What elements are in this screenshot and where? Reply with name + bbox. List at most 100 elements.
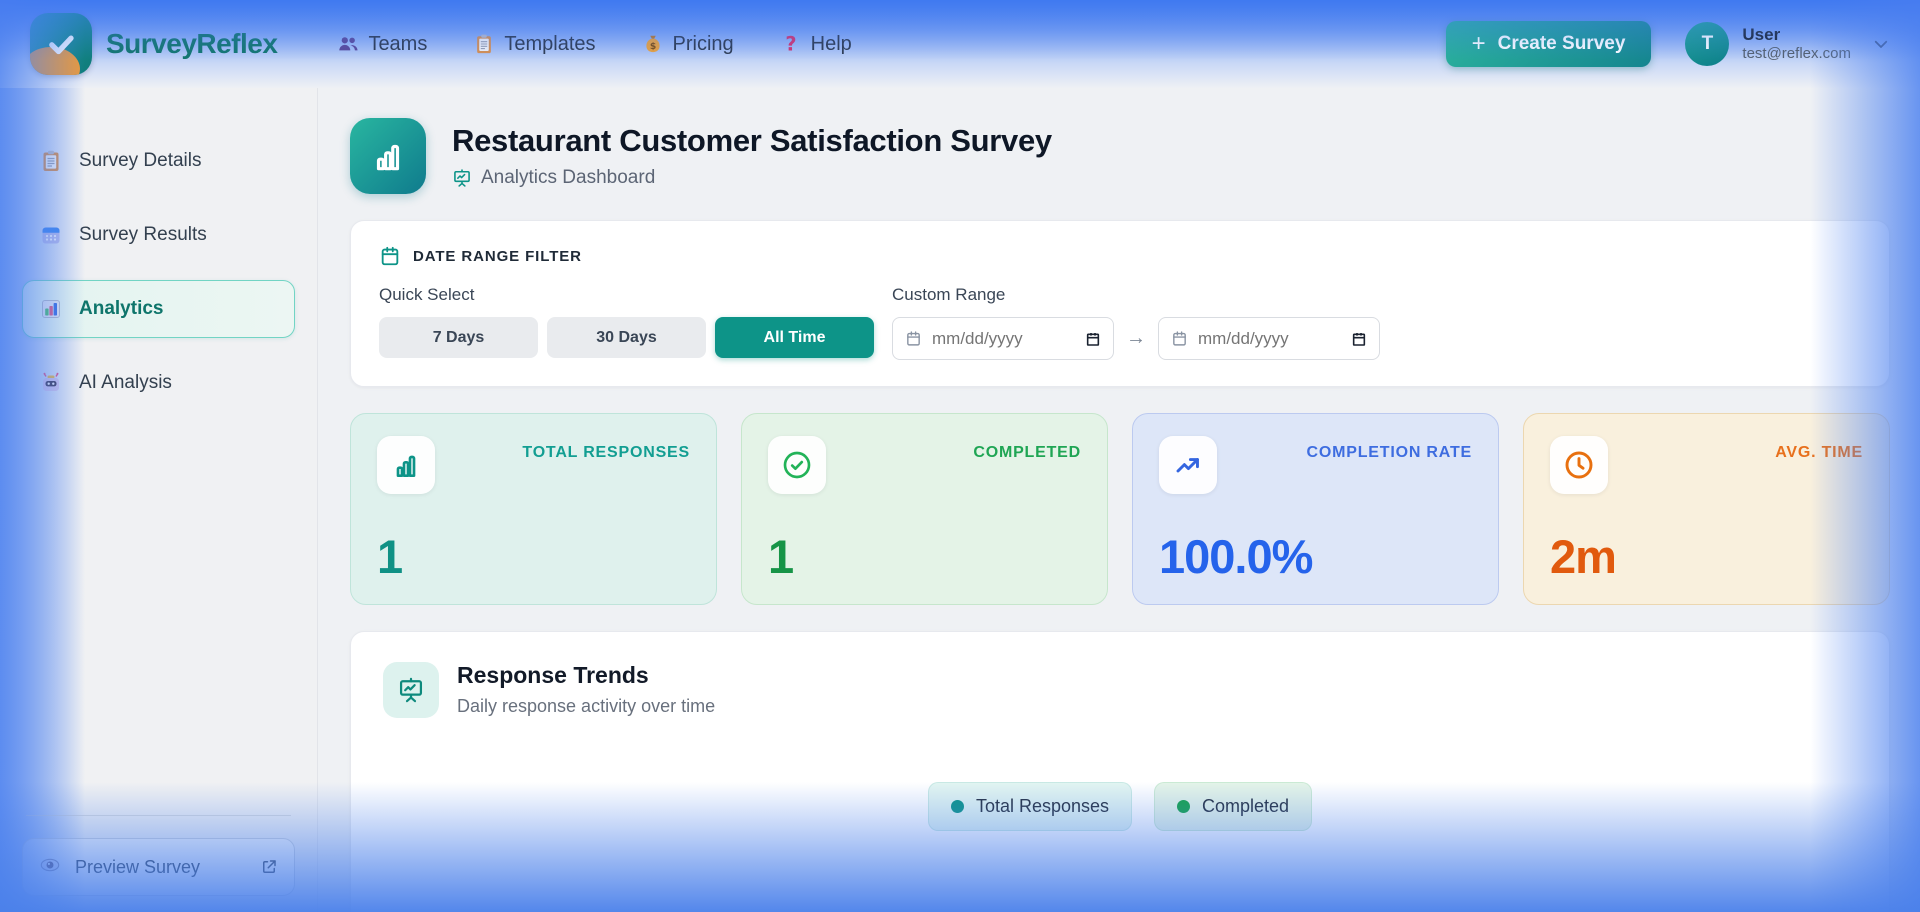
stat-label: COMPLETION RATE bbox=[1306, 444, 1472, 461]
legend-label: Completed bbox=[1202, 796, 1290, 816]
filter-controls: Quick Select 7 Days 30 Days All Time Cus… bbox=[379, 285, 1861, 360]
user-email: test@reflex.com bbox=[1742, 45, 1851, 63]
top-navbar: SurveyReflex Teams Templates $ Pricing ?… bbox=[0, 0, 1920, 88]
custom-range-inputs: → bbox=[892, 317, 1380, 360]
quick-select-group: Quick Select 7 Days 30 Days All Time bbox=[379, 285, 874, 358]
svg-text:$: $ bbox=[649, 41, 655, 52]
user-name: User bbox=[1742, 25, 1781, 44]
legend-label: Total Responses bbox=[975, 796, 1110, 816]
sidebar-item-survey-details[interactable]: Survey Details bbox=[22, 132, 295, 190]
check-circle-icon bbox=[768, 436, 826, 494]
trends-title: Response Trends bbox=[457, 662, 649, 688]
nav-item-pricing[interactable]: $ Pricing bbox=[642, 33, 734, 56]
nav-item-templates[interactable]: Templates bbox=[473, 32, 596, 56]
quick-all-time-button[interactable]: All Time bbox=[715, 317, 874, 358]
legend-dot-icon bbox=[1177, 800, 1191, 813]
sidebar-item-analytics[interactable]: Analytics bbox=[22, 280, 295, 338]
check-icon bbox=[49, 35, 74, 55]
clock-icon bbox=[1550, 436, 1608, 494]
presentation-chart-icon bbox=[452, 168, 472, 188]
sidebar-item-survey-results[interactable]: Survey Results bbox=[22, 206, 295, 264]
sidebar-item-ai-analysis[interactable]: AI Analysis bbox=[22, 354, 295, 412]
clipboard-icon bbox=[38, 149, 64, 173]
brand-name: SurveyReflex bbox=[106, 28, 278, 59]
calendar-grid-icon bbox=[38, 223, 64, 247]
stat-value: 2m bbox=[1550, 530, 1617, 583]
page-subtitle: Analytics Dashboard bbox=[481, 167, 656, 188]
sidebar: Survey Details Survey Results Analytics … bbox=[0, 88, 318, 912]
trends-subtitle: Daily response activity over time bbox=[457, 696, 716, 716]
sidebar-item-label: Survey Details bbox=[79, 150, 202, 171]
stat-value: 1 bbox=[768, 530, 794, 583]
stat-label: AVG. TIME bbox=[1775, 444, 1863, 461]
bar-chart-icon bbox=[377, 436, 435, 494]
response-trends-card: Response Trends Daily response activity … bbox=[350, 631, 1890, 912]
external-link-icon bbox=[260, 858, 278, 876]
preview-survey-label: Preview Survey bbox=[75, 856, 201, 877]
moneybag-icon: $ bbox=[642, 33, 664, 55]
page-title: Restaurant Customer Satisfaction Survey bbox=[452, 123, 1052, 158]
question-icon: ? bbox=[780, 33, 802, 55]
eye-icon bbox=[39, 854, 61, 881]
plus-icon: + bbox=[1471, 30, 1486, 57]
range-arrow-icon: → bbox=[1126, 327, 1146, 349]
calendar-icon bbox=[905, 330, 922, 347]
main-content: Restaurant Customer Satisfaction Survey … bbox=[318, 88, 1920, 912]
trends-header-text: Response Trends Daily response activity … bbox=[457, 662, 715, 718]
calendar-icon bbox=[1171, 330, 1188, 347]
stat-value: 1 bbox=[377, 530, 403, 583]
custom-range-label: Custom Range bbox=[892, 285, 1006, 304]
legend-item-total-responses[interactable]: Total Responses bbox=[927, 782, 1133, 831]
clipboard-icon bbox=[473, 33, 495, 55]
chevron-down-icon bbox=[1872, 35, 1890, 53]
user-menu[interactable]: T User test@reflex.com bbox=[1685, 22, 1890, 66]
stats-row: TOTAL RESPONSES 1 COMPLETED 1 COMPLETION… bbox=[350, 413, 1890, 605]
calendar-icon bbox=[379, 245, 401, 267]
custom-range-group: Custom Range → bbox=[892, 285, 1380, 360]
trending-up-icon bbox=[1159, 436, 1217, 494]
legend-item-completed[interactable]: Completed bbox=[1154, 782, 1313, 831]
start-date-input[interactable] bbox=[932, 328, 1052, 349]
quick-30-days-button[interactable]: 30 Days bbox=[547, 317, 706, 358]
create-survey-button[interactable]: + Create Survey bbox=[1445, 21, 1652, 67]
create-survey-label: Create Survey bbox=[1497, 33, 1626, 54]
preview-survey-button[interactable]: Preview Survey bbox=[22, 838, 295, 896]
end-date-input[interactable] bbox=[1198, 328, 1318, 349]
presentation-chart-icon bbox=[383, 662, 439, 718]
nav-item-label: Teams bbox=[368, 32, 428, 55]
sidebar-item-label: Survey Results bbox=[79, 224, 207, 245]
page-header-text: Restaurant Customer Satisfaction Survey … bbox=[452, 123, 1052, 189]
sidebar-divider bbox=[26, 815, 291, 816]
start-date-field[interactable] bbox=[892, 317, 1114, 360]
filter-header: DATE RANGE FILTER bbox=[379, 245, 1861, 267]
app-root: SurveyReflex Teams Templates $ Pricing ?… bbox=[0, 0, 1920, 912]
legend-dot-icon bbox=[950, 800, 964, 813]
avatar: T bbox=[1685, 22, 1730, 66]
page-subtitle-row: Analytics Dashboard bbox=[452, 167, 1052, 189]
people-icon bbox=[337, 33, 359, 55]
nav-item-label: Templates bbox=[504, 32, 596, 55]
quick-select-label: Quick Select bbox=[379, 285, 475, 304]
nav-item-label: Help bbox=[810, 32, 852, 55]
robot-icon bbox=[38, 371, 64, 395]
stat-card-completion-rate: COMPLETION RATE 100.0% bbox=[1132, 413, 1499, 605]
nav-item-label: Pricing bbox=[672, 32, 734, 55]
nav-item-teams[interactable]: Teams bbox=[337, 33, 427, 56]
sidebar-item-label: Analytics bbox=[79, 298, 164, 319]
sidebar-item-label: AI Analysis bbox=[79, 372, 172, 393]
nav-item-help[interactable]: ? Help bbox=[780, 33, 852, 56]
trends-header: Response Trends Daily response activity … bbox=[383, 662, 1857, 718]
chart-legend: Total Responses Completed bbox=[383, 782, 1857, 831]
stat-label: TOTAL RESPONSES bbox=[522, 444, 690, 461]
stat-value: 100.0% bbox=[1159, 530, 1313, 583]
date-picker-icon[interactable] bbox=[1351, 331, 1367, 347]
end-date-field[interactable] bbox=[1158, 317, 1380, 360]
page-header: Restaurant Customer Satisfaction Survey … bbox=[350, 118, 1890, 194]
main-nav: Teams Templates $ Pricing ? Help bbox=[337, 32, 852, 56]
filter-title: DATE RANGE FILTER bbox=[413, 247, 582, 265]
survey-icon bbox=[350, 118, 426, 194]
quick-7-days-button[interactable]: 7 Days bbox=[379, 317, 538, 358]
date-picker-icon[interactable] bbox=[1085, 331, 1101, 347]
quick-select-buttons: 7 Days 30 Days All Time bbox=[379, 317, 874, 358]
